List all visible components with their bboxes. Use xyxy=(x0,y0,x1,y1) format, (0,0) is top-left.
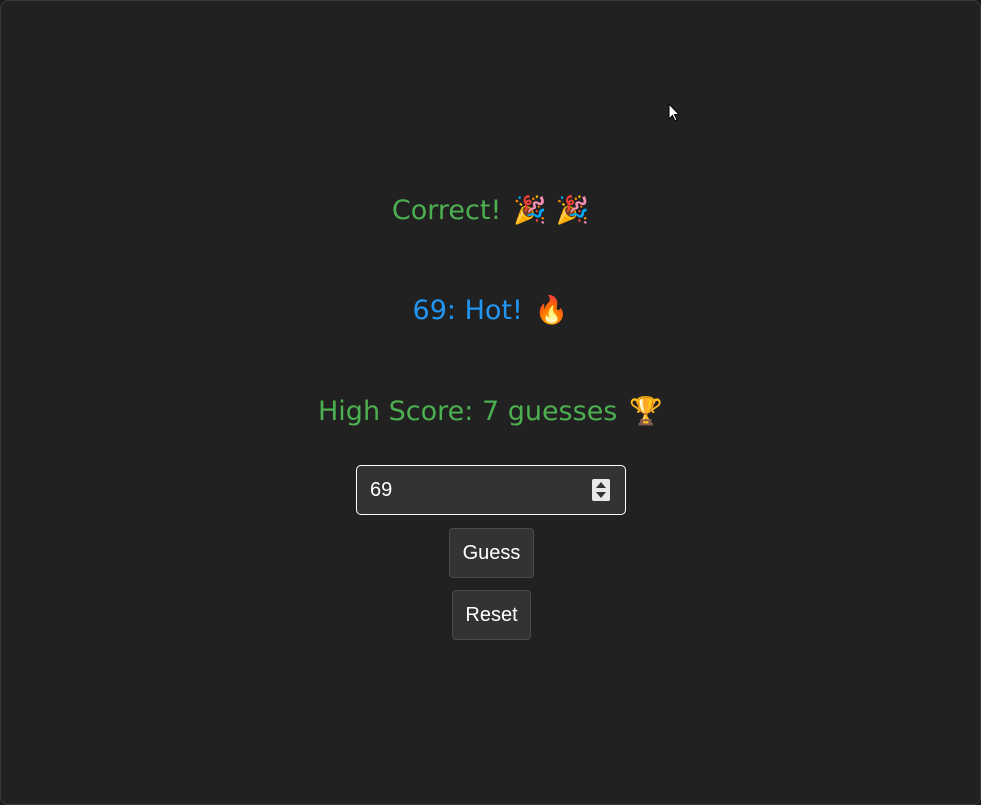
spinner-down-icon[interactable] xyxy=(596,491,606,498)
high-score-message: High Score: 7 guesses 🏆 xyxy=(1,394,980,430)
guess-input-value: 69 xyxy=(370,478,393,501)
fire-icon: 🔥 xyxy=(534,295,569,326)
result-text: Correct! xyxy=(391,195,502,226)
guess-input[interactable]: 69 xyxy=(356,465,626,515)
spinner-up-icon[interactable] xyxy=(596,482,606,489)
party-popper-icon: 🎉 🎉 xyxy=(513,195,590,226)
hint-message: 69: Hot! 🔥 xyxy=(1,293,980,329)
hint-text: 69: Hot! xyxy=(412,295,523,326)
game-window: Correct! 🎉 🎉 69: Hot! 🔥 High Score: 7 gues… xyxy=(0,0,981,805)
guess-button[interactable]: Guess xyxy=(449,528,534,578)
number-spinner[interactable] xyxy=(592,479,610,501)
high-score-text: High Score: 7 guesses xyxy=(318,396,618,427)
reset-button[interactable]: Reset xyxy=(452,590,531,640)
mouse-cursor-icon xyxy=(668,103,680,122)
trophy-icon: 🏆 xyxy=(629,396,663,427)
result-message: Correct! 🎉 🎉 xyxy=(1,193,980,229)
